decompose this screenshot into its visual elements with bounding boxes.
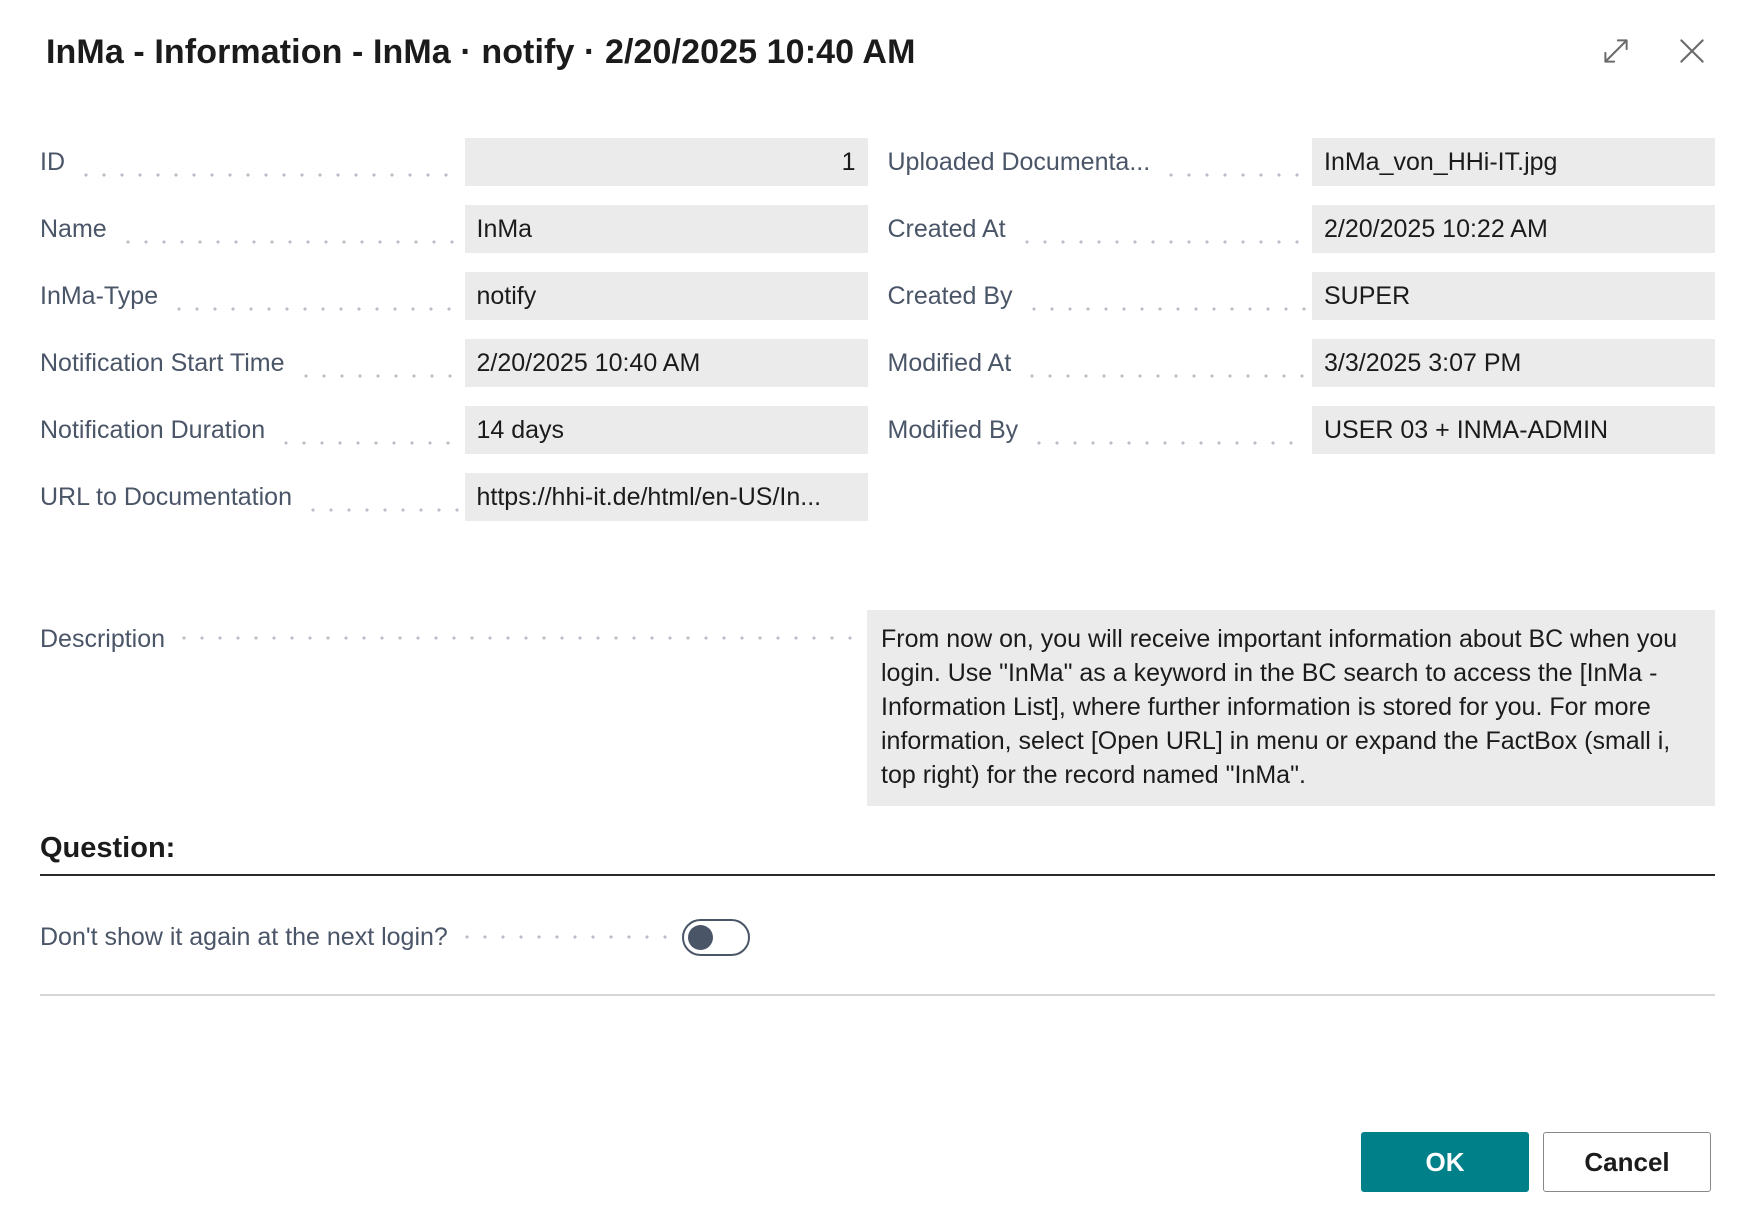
question-section: Question: Don't show it again at the nex…: [0, 806, 1755, 956]
field-column-right: Uploaded Documenta... InMa_von_HHi-IT.jp…: [888, 138, 1716, 540]
field-label-notification-duration: Notification Duration: [40, 415, 275, 445]
leader-dots: [1018, 228, 1306, 253]
close-x-icon[interactable]: [1669, 28, 1715, 74]
field-row-created-by: Created By SUPER: [888, 272, 1716, 320]
question-row: Don't show it again at the next login?: [40, 876, 1715, 956]
field-row-name: Name InMa: [40, 205, 868, 253]
header-actions: [1593, 28, 1715, 74]
field-value-modified-by[interactable]: USER 03 + INMA-ADMIN: [1312, 406, 1715, 454]
cancel-button[interactable]: Cancel: [1543, 1132, 1711, 1192]
field-label-notification-start-time: Notification Start Time: [40, 348, 295, 378]
leader-dots: [277, 429, 458, 454]
field-row-notification-duration: Notification Duration 14 days: [40, 406, 868, 454]
field-value-description[interactable]: From now on, you will receive important …: [867, 610, 1715, 806]
leader-dots: [1030, 429, 1306, 454]
field-grid: ID 1 Name InMa InMa-Type notify Notifica…: [0, 102, 1755, 540]
field-row-id: ID 1: [40, 138, 868, 186]
field-label-id: ID: [40, 147, 75, 177]
question-heading: Question:: [40, 828, 1715, 874]
field-label-description: Description: [40, 610, 165, 654]
field-row-inma-type: InMa-Type notify: [40, 272, 868, 320]
field-row-modified-by: Modified By USER 03 + INMA-ADMIN: [888, 406, 1716, 454]
field-value-notification-start-time[interactable]: 2/20/2025 10:40 AM: [465, 339, 868, 387]
field-label-inma-type: InMa-Type: [40, 281, 168, 311]
field-label-modified-by: Modified By: [888, 415, 1029, 445]
field-label-modified-at: Modified At: [888, 348, 1022, 378]
field-row-url-to-documentation: URL to Documentation https://hhi-it.de/h…: [40, 473, 868, 521]
field-value-name[interactable]: InMa: [465, 205, 868, 253]
leader-dots: [119, 228, 459, 253]
expand-diagonal-icon[interactable]: [1593, 28, 1639, 74]
page-title: InMa - Information - InMa · notify · 2/2…: [46, 30, 1709, 74]
field-value-inma-type[interactable]: notify: [465, 272, 868, 320]
inma-information-dialog: InMa - Information - InMa · notify · 2/2…: [0, 0, 1755, 1218]
leader-dots: [170, 295, 458, 320]
toggle-knob: [688, 925, 713, 950]
field-column-left: ID 1 Name InMa InMa-Type notify Notifica…: [40, 138, 868, 540]
description-block: Description From now on, you will receiv…: [0, 540, 1755, 806]
field-value-url-to-documentation[interactable]: https://hhi-it.de/html/en-US/In...: [465, 473, 868, 521]
field-row-notification-start-time: Notification Start Time 2/20/2025 10:40 …: [40, 339, 868, 387]
field-row-created-at: Created At 2/20/2025 10:22 AM: [888, 205, 1716, 253]
ok-button[interactable]: OK: [1361, 1132, 1529, 1192]
leader-dots: [175, 610, 859, 654]
leader-dots: [297, 362, 459, 387]
dont-show-again-label: Don't show it again at the next login?: [40, 922, 448, 952]
leader-dots: [304, 496, 459, 521]
field-label-created-at: Created At: [888, 214, 1016, 244]
field-value-created-at[interactable]: 2/20/2025 10:22 AM: [1312, 205, 1715, 253]
leader-dots: [77, 161, 459, 186]
field-value-created-by[interactable]: SUPER: [1312, 272, 1715, 320]
field-row-modified-at: Modified At 3/3/2025 3:07 PM: [888, 339, 1716, 387]
dialog-footer: OK Cancel: [0, 1132, 1755, 1192]
dialog-header: InMa - Information - InMa · notify · 2/2…: [0, 0, 1755, 102]
field-label-uploaded-documentation: Uploaded Documenta...: [888, 147, 1161, 177]
leader-dots: [1162, 161, 1306, 186]
field-value-modified-at[interactable]: 3/3/2025 3:07 PM: [1312, 339, 1715, 387]
footer-divider: [40, 994, 1715, 996]
field-label-url-to-documentation: URL to Documentation: [40, 482, 302, 512]
leader-dots: [1023, 362, 1306, 387]
field-label-name: Name: [40, 214, 117, 244]
field-value-id[interactable]: 1: [465, 138, 868, 186]
dont-show-again-toggle[interactable]: [682, 919, 750, 956]
field-label-created-by: Created By: [888, 281, 1023, 311]
field-value-notification-duration[interactable]: 14 days: [465, 406, 868, 454]
field-row-uploaded-documentation: Uploaded Documenta... InMa_von_HHi-IT.jp…: [888, 138, 1716, 186]
field-value-uploaded-documentation[interactable]: InMa_von_HHi-IT.jpg: [1312, 138, 1715, 186]
leader-dots: [1025, 295, 1306, 320]
leader-dots: [458, 925, 674, 949]
